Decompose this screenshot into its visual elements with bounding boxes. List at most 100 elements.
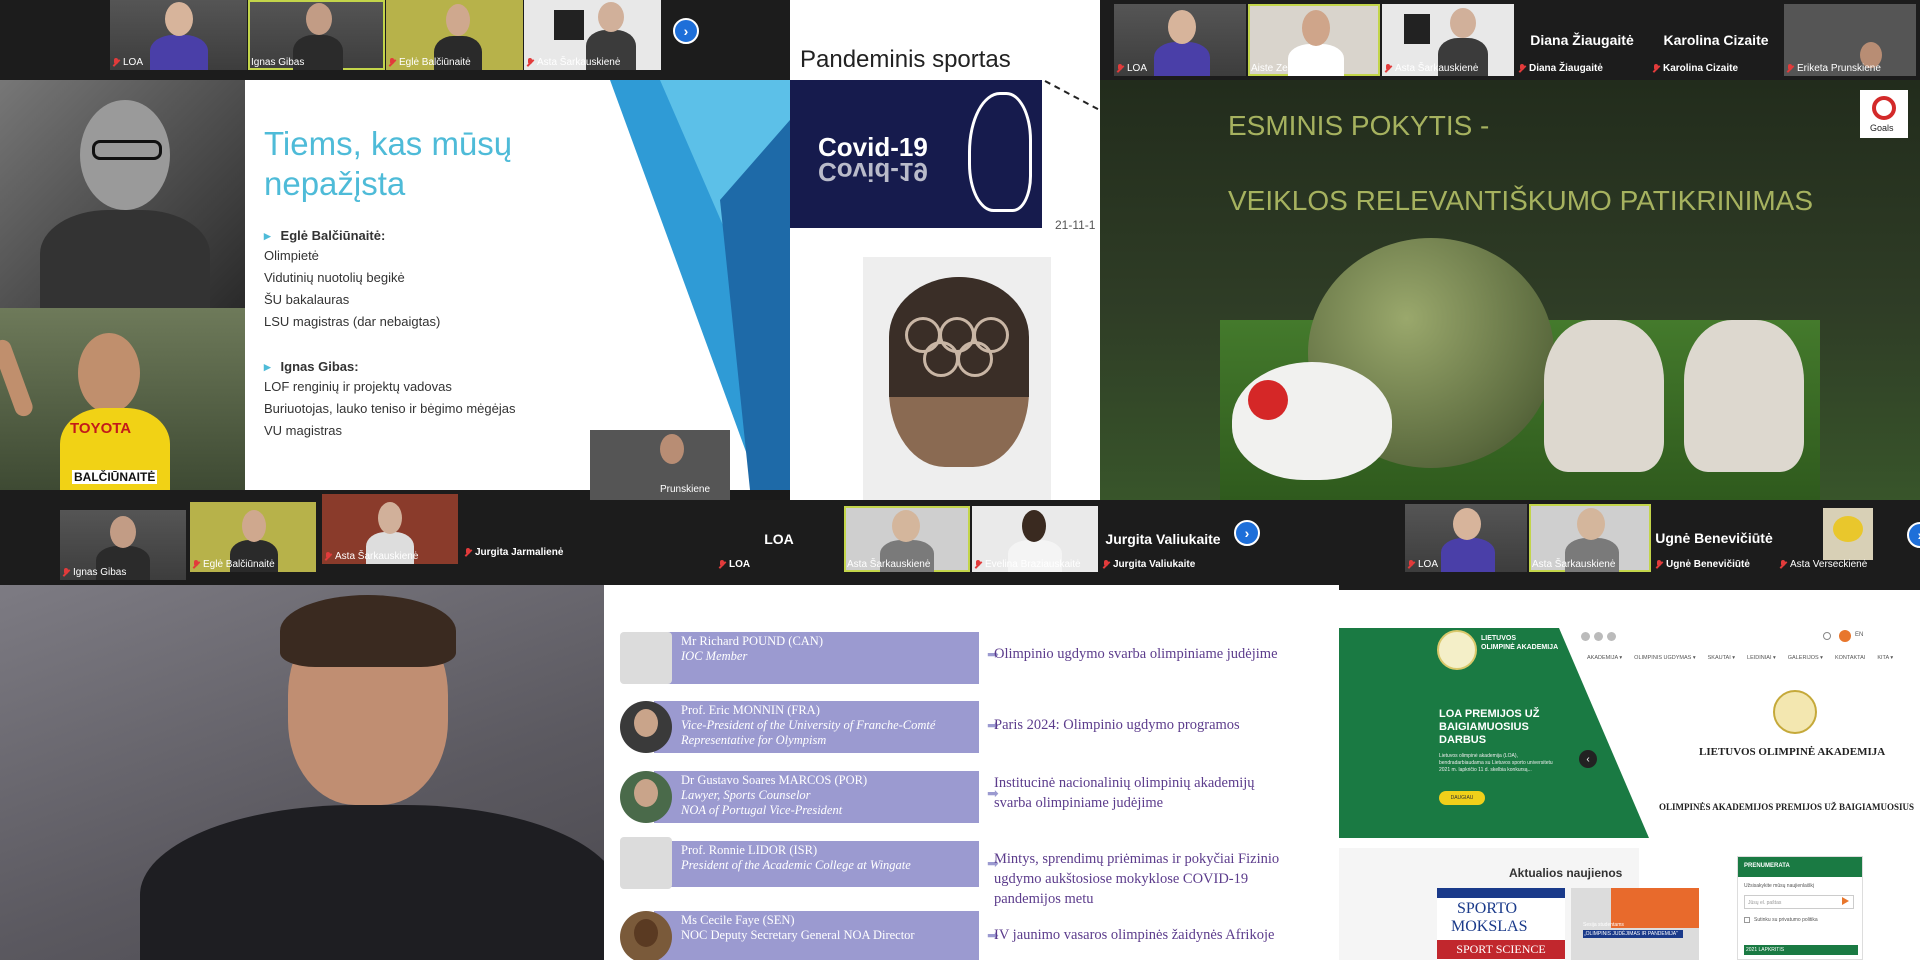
- send-icon[interactable]: [1842, 897, 1849, 905]
- face-mask: [1232, 362, 1392, 480]
- participant-tile[interactable]: Diana Žiaugaitė Diana Žiaugaitė: [1516, 4, 1648, 76]
- speaker-topic: Mintys, sprendimų priėmimas ir pokyčiai …: [994, 849, 1279, 909]
- speaker-bar: Prof. Eric MONNIN (FRA) Vice-President of…: [654, 701, 979, 753]
- slide-line: LSU magistras (dar nebaigtas): [264, 314, 441, 329]
- hero-green: [1339, 628, 1920, 838]
- news-card-sporto-mokslas[interactable]: SPORTO MOKSLAS SPORT SCIENCE: [1437, 888, 1565, 960]
- nav-item[interactable]: OLIMPINIS UGDYMAS ▾: [1634, 655, 1695, 661]
- participant-tile[interactable]: Jurgita Jarmalienė: [462, 490, 604, 560]
- goals-button[interactable]: Goals: [1860, 90, 1908, 138]
- olympic-haircut-photo: [863, 257, 1051, 500]
- speaker-topic: IV jaunimo vasaros olimpinės žaidynės Af…: [994, 927, 1275, 943]
- person1-heading: Eglė Balčiūnaitė:: [264, 228, 386, 244]
- speaker-bar: Mr Richard POUND (CAN) IOC Member: [654, 632, 979, 684]
- news-card-olympic[interactable]: Sesija studentams „OLIMPINIS JUDĖJIMAS I…: [1571, 888, 1699, 960]
- intro-slide: TOYOTA BALČIŪNAITĖ Tiems, kas mūsų nepaž…: [0, 80, 790, 490]
- slider-prev-arrow-icon[interactable]: ‹: [1579, 750, 1597, 768]
- participant-tile[interactable]: Asta Šarkauskienė: [1529, 504, 1651, 572]
- participant-tile[interactable]: Jurgita Valiukaite Jurgita Valiukaite: [1100, 506, 1226, 572]
- participant-name: Jurgita Valiukaite: [1103, 559, 1195, 570]
- green-slide: ESMINIS POKYTIS - VEIKLOS RELEVANTIŠKUMO…: [1100, 80, 1920, 500]
- mic-muted-icon: [975, 560, 982, 569]
- main-speaker-video[interactable]: [0, 585, 604, 960]
- participant-tile[interactable]: LOA: [1114, 4, 1246, 76]
- social-icon[interactable]: [1607, 632, 1616, 641]
- consent-checkbox[interactable]: [1744, 917, 1750, 923]
- speaker-body: [140, 805, 604, 960]
- speaker-bar: Dr Gustavo Soares MARCOS (POR) Lawyer, Sp…: [654, 771, 979, 823]
- nav-item[interactable]: LEIDINIAI ▾: [1747, 655, 1776, 661]
- subscribe-panel: PRENUMERATA Užsisakykite mūsų naujienlai…: [1737, 856, 1863, 960]
- subscribe-text: Užsisakykite mūsų naujienlaiškį: [1744, 883, 1815, 889]
- card1-line: MOKSLAS: [1451, 918, 1528, 935]
- participant-name: Jurgita Jarmalienė: [465, 547, 563, 558]
- slide-line: VU magistras: [264, 423, 343, 438]
- nav-item[interactable]: AKADEMIJA ▾: [1587, 655, 1622, 661]
- nav-item[interactable]: GALERIJOS ▾: [1788, 655, 1823, 661]
- participant-name: Ignas Gibas: [251, 57, 305, 68]
- nav-item[interactable]: KITA ▾: [1877, 655, 1893, 661]
- participant-big-name: LOA: [764, 531, 794, 547]
- participant-tile[interactable]: Eglė Balčiūnaitė: [386, 0, 523, 70]
- next-page-arrow-icon[interactable]: ›: [1234, 520, 1260, 546]
- card2-line: „OLIMPINIS JUDĖJIMAS IR PANDEMIJA“: [1583, 930, 1683, 938]
- head-silhouette-icon: [968, 92, 1032, 212]
- next-page-arrow-icon[interactable]: ›: [1907, 522, 1920, 548]
- participant-tile[interactable]: Asta Šarkauskienė: [844, 506, 970, 572]
- mic-muted-icon: [1117, 64, 1124, 73]
- slide-line: Buriuotojas, lauko teniso ir bėgimo mėgė…: [264, 401, 516, 416]
- participant-tile[interactable]: LOA: [1405, 504, 1527, 572]
- participant-tile[interactable]: Eglė Balčiūnaitė: [190, 502, 316, 572]
- participant-tile[interactable]: Karolina Cizaite Karolina Cizaite: [1650, 4, 1782, 76]
- participant-tile[interactable]: Ugnė Benevičiūtė Ugnė Benevičiūtė: [1653, 504, 1775, 572]
- participant-tile[interactable]: Ignas Gibas: [248, 0, 385, 70]
- nav-item[interactable]: KONTAKTAI: [1835, 655, 1865, 661]
- mic-muted-icon: [1653, 64, 1660, 73]
- logo-line2: OLIMPINĖ AKADEMIJA: [1481, 644, 1559, 651]
- email-field[interactable]: Jūsų el. paštas: [1744, 895, 1854, 909]
- participant-name: Evelina Braziauskaitė: [975, 559, 1081, 570]
- mic-muted-icon: [1519, 64, 1526, 73]
- next-page-arrow-icon[interactable]: ›: [673, 18, 699, 44]
- topic-line: pandemijos metu: [994, 891, 1094, 907]
- card2-line: Sesija studentams: [1583, 922, 1624, 928]
- hero-button[interactable]: DAUGIAU: [1439, 791, 1485, 805]
- participant-name: LOA: [1408, 559, 1438, 570]
- participant-tile[interactable]: Eriketa Prunskiene: [1784, 4, 1916, 76]
- nav-item[interactable]: SKAUTAI ▾: [1708, 655, 1735, 661]
- participant-tile[interactable]: LOA LOA: [716, 506, 842, 572]
- participant-name: Eglė Balčiūnaitė: [389, 57, 471, 68]
- search-icon[interactable]: [1823, 632, 1831, 640]
- speaker-photo: [620, 632, 672, 684]
- participant-tile[interactable]: LOA: [110, 0, 247, 70]
- participant-tile[interactable]: Asta Šarkauskienė: [1382, 4, 1514, 76]
- mic-muted-icon: [1385, 64, 1392, 73]
- participant-name: Asta Verseckienė: [1780, 559, 1867, 570]
- participant-tile[interactable]: Asta Šarkauskienė: [524, 0, 661, 70]
- slide-line: Olimpietė: [264, 248, 319, 263]
- social-icon[interactable]: [1594, 632, 1603, 641]
- participant-name: Karolina Cizaite: [1653, 63, 1738, 74]
- logo-icon: [554, 10, 584, 40]
- right-participant-strip: LOA Asta Šarkauskienė Ugnė Benevičiūtė U…: [1339, 500, 1920, 590]
- participant-tile[interactable]: Ignas Gibas: [60, 510, 186, 580]
- shirt-text: TOYOTA: [70, 420, 132, 437]
- lang-label[interactable]: EN: [1855, 632, 1863, 638]
- covid-banner: Covid-19 Covid-19: [790, 80, 1042, 228]
- participant-tile[interactable]: Asta Šarkauskienė: [322, 494, 458, 564]
- slide-title: Pandeminis sportas: [800, 46, 1011, 73]
- speaker-photo: [620, 771, 672, 823]
- portrait-photo-athlete: TOYOTA BALČIŪNAITĖ: [0, 308, 245, 490]
- hero-right-title: LIETUVOS OLIMPINĖ AKADEMIJA: [1699, 746, 1886, 758]
- mic-muted-icon: [1103, 560, 1110, 569]
- lang-badge[interactable]: [1839, 630, 1851, 642]
- social-icon[interactable]: [1581, 632, 1590, 641]
- participant-tile[interactable]: Aiste Zemaityte: [1248, 4, 1380, 76]
- mic-muted-icon: [193, 560, 200, 569]
- participant-tile[interactable]: Evelina Braziauskaitė: [972, 506, 1098, 572]
- participant-tile[interactable]: Asta Verseckienė: [1777, 504, 1899, 572]
- social-icons: [1581, 632, 1616, 641]
- person2-heading: Ignas Gibas:: [264, 359, 359, 375]
- top-right-participant-strip: LOA Aiste Zemaityte Asta Šarkauskienė Di…: [1100, 0, 1920, 80]
- slide-date: 21-11-1: [1055, 218, 1096, 232]
